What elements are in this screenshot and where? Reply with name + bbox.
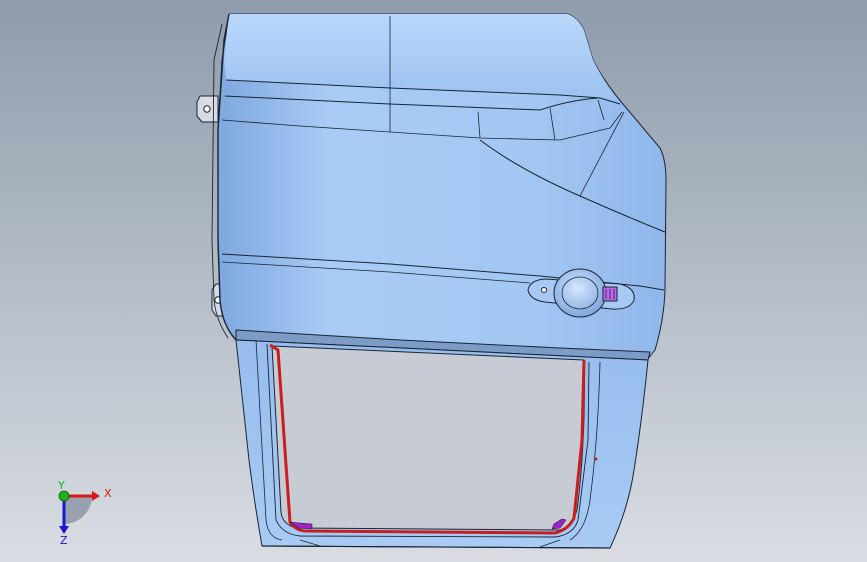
z-axis-label: Z <box>60 534 68 547</box>
y-axis-label: Y <box>57 479 65 492</box>
frame-rivet <box>594 457 598 461</box>
upper-hinge-bracket <box>196 95 219 123</box>
door-model[interactable] <box>196 13 667 549</box>
handle-fastener <box>541 287 547 293</box>
window-opening <box>271 345 585 531</box>
cad-viewport[interactable]: X Y Z <box>0 0 867 562</box>
cad-canvas[interactable]: X Y Z <box>0 0 867 562</box>
x-axis-label: X <box>104 487 112 500</box>
y-axis-dot <box>58 490 70 502</box>
